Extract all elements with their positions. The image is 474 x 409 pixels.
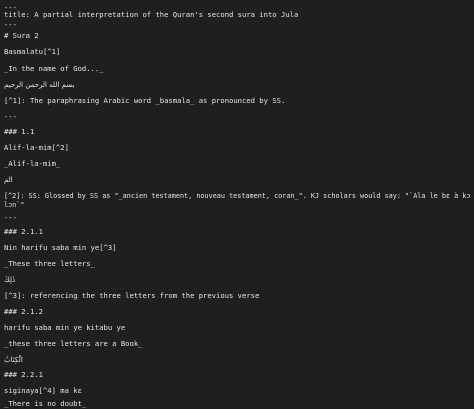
text-line: harifu saba min ye kitabu ye [4, 323, 126, 332]
text-line: Nin harifu saba min ye[^3] [4, 243, 117, 252]
italic-line: _There is no doubt_ [4, 399, 87, 408]
italic-line: _These three letters_ [4, 259, 95, 268]
markdown-editor[interactable]: --- title: A partial interpretation of t… [0, 0, 474, 409]
heading-2-1-2: ### 2.1.2 [4, 307, 43, 316]
footnote-line: [^3]: referencing the three letters from… [4, 291, 260, 300]
italic-line: _Alif-la-mim_ [4, 159, 61, 168]
footnote-continuation: lɔn`" [4, 201, 25, 209]
arabic-line: الْكِتَابُ [4, 356, 23, 364]
arabic-line: بسم الله الرحمن الرحيم [4, 81, 75, 89]
separator: --- [4, 213, 17, 222]
heading-2-2-1: ### 2.2.1 [4, 370, 43, 379]
footnote-line: [^2]: SS: Glossed by SS as "_ancien test… [4, 192, 470, 200]
text-line: Alif-la-mim[^2] [4, 143, 69, 152]
heading-2-1-1: ### 2.1.1 [4, 227, 43, 236]
italic-line: _these three letters are a Book_ [4, 339, 143, 348]
heading-1-1: ### 1.1 [4, 127, 35, 136]
arabic-line: الم [4, 176, 13, 184]
heading-sura: # Sura 2 [4, 31, 39, 40]
arabic-line: ذٰلِكَ [4, 276, 16, 284]
frontmatter-delimiter: --- [4, 20, 17, 29]
separator: --- [4, 112, 17, 121]
text-line: Basmalatu[^1] [4, 47, 61, 56]
text-line: siginaya[^4] ma kɛ [4, 386, 82, 395]
italic-line: _In the name of God..._ [4, 64, 104, 73]
title-line: title: A partial interpretation of the Q… [4, 10, 299, 19]
footnote-line: [^1]: The paraphrasing Arabic word _basm… [4, 96, 286, 105]
